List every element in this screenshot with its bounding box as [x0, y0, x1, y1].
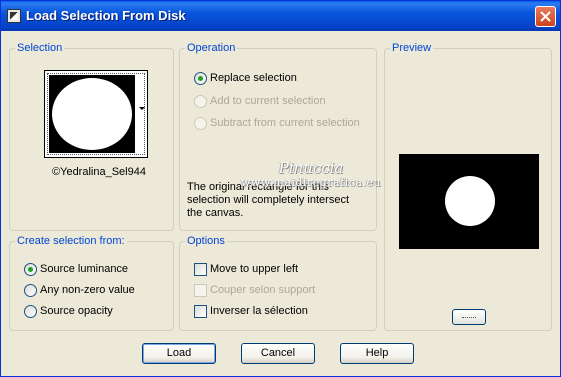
checkbox-label: Inverser la sélection [210, 305, 308, 317]
preview-canvas [399, 154, 539, 249]
radio-label: Replace selection [210, 72, 297, 84]
help-button[interactable]: Help [340, 343, 414, 364]
dialog-client: Selection ©Yedralina_Sel944 Operation Re… [4, 31, 557, 374]
preview-selection-shape [445, 176, 495, 226]
selection-thumbnail [49, 75, 135, 153]
checkbox[interactable] [194, 305, 207, 318]
window-title: Load Selection From Disk [26, 8, 186, 23]
radio-label: Add to current selection [210, 95, 326, 107]
radio-button[interactable] [194, 72, 207, 85]
create-from-group-label: Create selection from: [15, 235, 127, 247]
checkbox[interactable] [194, 263, 207, 276]
preview-zoom-button[interactable] [452, 309, 486, 325]
title-bar[interactable]: Load Selection From Disk [1, 1, 560, 31]
watermark-url: www.maidiregrafica.eu [240, 176, 382, 189]
app-icon [7, 9, 21, 23]
options-group: Options Move to upper left Couper selon … [179, 235, 377, 331]
preview-group: Preview [384, 42, 552, 331]
selection-group: Selection ©Yedralina_Sel944 [9, 42, 174, 231]
radio-button[interactable] [24, 284, 37, 297]
preview-group-label: Preview [390, 42, 434, 54]
watermark-name: Pinuccia [278, 159, 344, 177]
radio-button [194, 95, 207, 108]
selection-group-label: Selection [15, 42, 65, 54]
radio-label: Any non-zero value [40, 284, 135, 296]
selection-file-name: ©Yedralina_Sel944 [52, 166, 146, 178]
selection-thumbnail-shape [52, 78, 132, 150]
operation-group: Operation Replace selection Add to curre… [179, 42, 377, 231]
options-group-label: Options [185, 235, 227, 247]
dropdown-arrow-icon[interactable] [139, 107, 145, 110]
dialog-window: Load Selection From Disk Selection ©Yedr… [0, 0, 561, 377]
close-icon [540, 11, 551, 22]
selection-thumbnail-picker[interactable] [44, 70, 148, 158]
radio-button[interactable] [24, 263, 37, 276]
radio-label: Subtract from current selection [210, 117, 360, 129]
radio-button [194, 117, 207, 130]
create-from-group: Create selection from: Source luminance … [9, 235, 174, 331]
radio-label: Source opacity [40, 305, 113, 317]
radio-button[interactable] [24, 305, 37, 318]
load-button[interactable]: Load [142, 343, 216, 364]
checkbox-label: Couper selon support [210, 284, 316, 296]
radio-label: Source luminance [40, 263, 129, 275]
checkbox [194, 284, 207, 297]
checkbox-label: Move to upper left [210, 263, 299, 275]
cancel-button[interactable]: Cancel [241, 343, 315, 364]
close-button[interactable] [535, 6, 556, 27]
operation-group-label: Operation [185, 42, 238, 54]
